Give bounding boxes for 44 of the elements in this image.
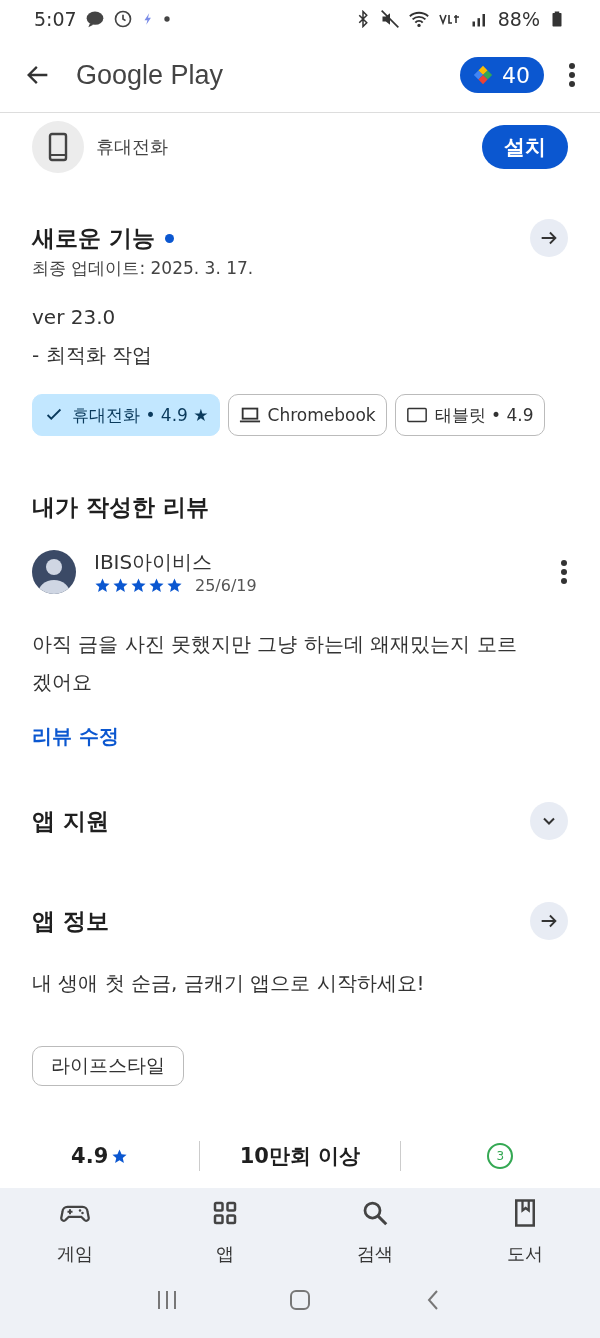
nav-tab[interactable]: 앱	[150, 1198, 300, 1266]
version: ver 23.0	[31, 304, 117, 331]
avatar	[32, 550, 76, 594]
expand-button[interactable]	[530, 802, 568, 840]
alarm-clock-icon	[112, 9, 133, 29]
device-chip[interactable]: 태블릿 • 4.9	[394, 394, 545, 436]
device-type: 휴대전화	[96, 135, 169, 159]
category-chip[interactable]: 라이프스타일	[32, 1046, 184, 1086]
review-date: 25/6/19	[195, 576, 257, 595]
section-title: 새로운 기능	[32, 223, 155, 253]
section-title: 앱 지원	[32, 806, 109, 836]
device-chip[interactable]: 휴대전화 • 4.9 ★	[32, 394, 220, 436]
age-rating-badge: 3	[487, 1143, 514, 1169]
muted-speaker-icon	[379, 9, 400, 29]
install-button[interactable]: 설치	[482, 125, 568, 169]
device-chip[interactable]: Chromebook	[227, 394, 387, 436]
more-options-button[interactable]	[560, 559, 568, 585]
recent-apps-icon[interactable]	[155, 1290, 178, 1310]
points-button[interactable]: 40	[460, 57, 544, 93]
phone-icon	[32, 121, 84, 173]
clock: 5:07	[34, 8, 77, 30]
nav-tab[interactable]: 도서	[450, 1198, 600, 1266]
review-text: 아직 금을 사진 못했지만 그냥 하는데 왜재밌는지 모르겠어요	[31, 631, 518, 696]
nav-tab[interactable]: 게임	[0, 1198, 150, 1266]
arrow-button[interactable]	[530, 219, 568, 257]
battery-level: 88%	[497, 8, 540, 30]
home-icon[interactable]	[289, 1290, 311, 1310]
star-icon	[111, 1147, 129, 1165]
dot-icon	[162, 15, 171, 23]
diamond-icon	[472, 64, 494, 86]
arrow-button[interactable]	[530, 902, 568, 940]
reviewer-name: IBIS아이비스	[94, 549, 214, 576]
app-description: 내 생애 첫 순금, 금캐기 앱으로 시작하세요!	[31, 970, 426, 997]
download-count: 10만회 이상	[239, 1143, 361, 1170]
chat-bubble-icon	[84, 9, 105, 29]
update-date: 최종 업데이트: 2025. 3. 17.	[31, 257, 255, 280]
rating-value: 4.9	[71, 1144, 109, 1168]
edit-review-link[interactable]: 리뷰 수정	[0, 723, 151, 750]
app-title: Google Play	[76, 59, 225, 91]
more-options-button[interactable]	[568, 62, 576, 88]
section-title: 내가 작성한 리뷰	[32, 493, 209, 522]
release-notes: - 최적화 작업	[31, 342, 153, 369]
nav-tab[interactable]: 검색	[300, 1198, 450, 1266]
section-title: 앱 정보	[32, 906, 109, 936]
